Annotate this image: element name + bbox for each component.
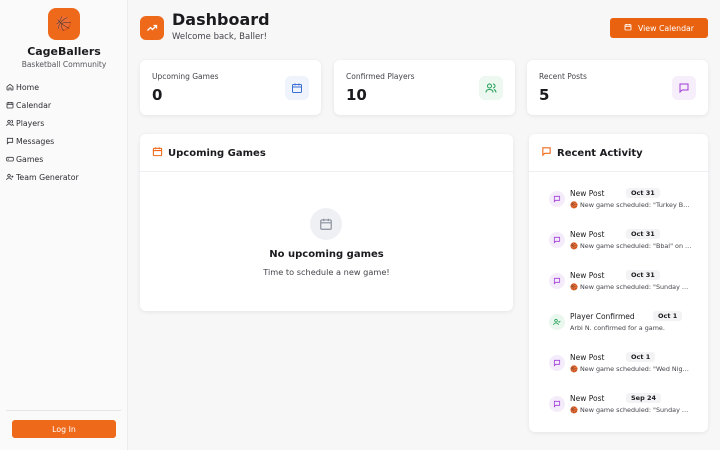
activity-description: 🏀 New game scheduled: "Bbal" on Nov 2 [570,242,692,250]
activity-description: 🏀 New game scheduled: "Turkey Bowl" on N… [570,201,692,209]
sidebar-nav: Home Calendar Players Messages Games Tea… [4,78,124,186]
activity-date-badge: Oct 31 [626,188,660,198]
upcoming-games-panel: Upcoming Games No upcoming games Time to… [140,134,513,311]
activity-item[interactable]: New Post Oct 1 🏀 New game scheduled: "We… [549,352,699,383]
activity-title: New Post [570,271,605,280]
page-title: Dashboard [172,10,270,29]
sidebar-item-label: Calendar [16,100,52,110]
stat-value: 10 [346,86,367,104]
message-icon [549,191,565,207]
trending-up-icon [140,16,164,40]
user-check-icon [549,314,565,330]
sidebar-item-home[interactable]: Home [4,78,124,96]
sidebar-item-games[interactable]: Games [4,150,124,168]
sidebar-item-label: Messages [16,136,55,146]
activity-title: New Post [570,230,605,239]
message-icon [541,146,552,160]
activity-date-badge: Sep 24 [626,393,662,403]
view-calendar-button[interactable]: View Calendar [610,18,708,38]
app-name: CageBallers [27,45,101,58]
stat-label: Upcoming Games [152,72,219,81]
empty-state-title: No upcoming games [269,249,384,260]
panel-title: Recent Activity [557,147,643,159]
users-icon [479,76,503,100]
sidebar-item-calendar[interactable]: Calendar [4,96,124,114]
activity-description: 🏀 New game scheduled: "Sunday Morning Ru… [570,406,692,414]
panel-title: Upcoming Games [168,147,266,159]
stat-card-upcoming-games: Upcoming Games 0 [140,60,321,115]
activity-title: Player Confirmed [570,312,635,321]
stat-label: Confirmed Players [346,72,415,81]
divider [529,171,708,172]
stat-card-confirmed-players: Confirmed Players 10 [334,60,515,115]
message-icon [4,135,16,147]
stat-value: 0 [152,86,163,104]
sidebar-item-messages[interactable]: Messages [4,132,124,150]
message-icon [549,273,565,289]
message-icon [549,355,565,371]
page-subtitle: Welcome back, Baller! [172,32,268,42]
activity-date-badge: Oct 1 [653,311,683,321]
activity-date-badge: Oct 1 [626,352,656,362]
view-calendar-label: View Calendar [637,23,695,33]
divider [140,171,513,172]
activity-description: 🏀 New game scheduled: "Sunday Ball" on N… [570,283,692,291]
calendar-icon [152,146,163,160]
home-icon [4,81,16,93]
activity-title: New Post [570,394,605,403]
stat-value: 5 [539,86,550,104]
recent-activity-panel: Recent Activity New Post Oct 31 🏀 New ga… [529,134,708,432]
sidebar-item-team-generator[interactable]: Team Generator [4,168,124,186]
sidebar-item-label: Team Generator [16,172,79,182]
calendar-icon [624,23,632,33]
activity-item[interactable]: Player Confirmed Oct 1 Arbi N. confirmed… [549,311,699,342]
calendar-icon [285,76,309,100]
sidebar: 🏀 CageBallers Basketball Community Home … [0,0,128,450]
activity-description: Arbi N. confirmed for a game. [570,324,665,332]
users-icon [4,117,16,129]
activity-title: New Post [570,353,605,362]
team-icon [4,171,16,183]
activity-title: New Post [570,189,605,198]
stat-label: Recent Posts [539,72,587,81]
panel-header: Recent Activity [541,146,643,160]
app-subtitle: Basketball Community [21,60,107,69]
panel-header: Upcoming Games [152,146,266,160]
message-icon [672,76,696,100]
calendar-icon [4,99,16,111]
login-button[interactable]: Log In [12,420,116,438]
gamepad-icon [4,153,16,165]
sidebar-item-label: Home [16,82,40,92]
activity-date-badge: Oct 31 [626,270,660,280]
empty-state-subtitle: Time to schedule a new game! [263,267,390,277]
calendar-icon [310,208,342,240]
sidebar-item-label: Players [16,118,45,128]
activity-description: 🏀 New game scheduled: "Wed Night Ball" o… [570,365,692,373]
sidebar-item-label: Games [16,154,44,164]
message-icon [549,232,565,248]
sidebar-item-players[interactable]: Players [4,114,124,132]
activity-date-badge: Oct 31 [626,229,660,239]
message-icon [549,396,565,412]
activity-item[interactable]: New Post Sep 24 🏀 New game scheduled: "S… [549,393,699,424]
activity-item[interactable]: New Post Oct 31 🏀 New game scheduled: "B… [549,229,699,260]
activity-item[interactable]: New Post Oct 31 🏀 New game scheduled: "S… [549,270,699,301]
sidebar-divider [6,410,121,411]
stat-card-recent-posts: Recent Posts 5 [527,60,708,115]
activity-item[interactable]: New Post Oct 31 🏀 New game scheduled: "T… [549,188,699,219]
basketball-logo-icon: 🏀 [48,8,80,40]
